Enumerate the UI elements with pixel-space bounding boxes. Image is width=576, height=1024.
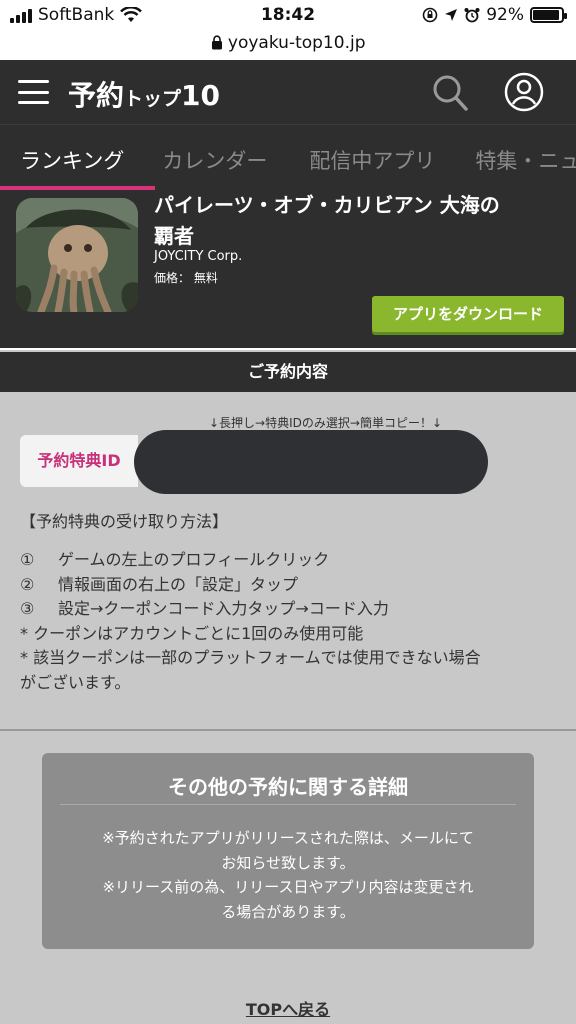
download-app-button[interactable]: アプリをダウンロード — [372, 296, 564, 332]
app-title: パイレーツ・オブ・カリビアン 大海の 覇者 — [154, 190, 564, 252]
details-line: る場合があります。 — [221, 902, 355, 921]
step-number: ② — [20, 574, 35, 594]
step-number: ③ — [20, 599, 35, 618]
details-line: ※リリース前の為、リリース日やアプリ内容は変更され — [102, 878, 474, 896]
step-text: 情報画面の右上の「設定」タップ — [58, 574, 299, 594]
url-text: yoyaku-top10.jp — [227, 33, 366, 53]
step-text: 設定→クーポンコード入力タップ→コード入力 — [58, 599, 389, 618]
reservation-id-label: 予約特典ID — [20, 435, 138, 487]
list-item: ③ 設定→クーポンコード入力タップ→コード入力 — [20, 597, 560, 622]
battery-icon — [530, 7, 567, 23]
menu-icon[interactable] — [18, 80, 49, 104]
list-item: ② 情報画面の右上の「設定」タップ — [20, 573, 560, 598]
user-icon[interactable] — [504, 72, 544, 112]
category-tabs: ランキング カレンダー 配信中アプリ 特集・ニュ — [0, 124, 576, 190]
site-header: 予約トップ10 — [0, 60, 576, 124]
details-divider — [60, 804, 516, 805]
logo-text-number: 10 — [181, 79, 220, 112]
app-title-line-2: 覇者 — [154, 224, 194, 248]
url-bar[interactable]: yoyaku-top10.jp — [0, 32, 576, 60]
details-line: ※予約されたアプリがリリースされた際は、メールにて — [102, 829, 474, 847]
status-right: 92% — [422, 5, 567, 25]
alarm-icon — [464, 8, 480, 23]
redeem-method-list: ① ゲームの左上のプロフィールクリック ② 情報画面の右上の「設定」タップ ③ 設定→… — [20, 548, 560, 695]
app-title-line-1: パイレーツ・オブ・カリビアン 大海の — [154, 193, 500, 217]
note-line: * クーポンはアカウントごとに1回のみ使用可能 — [20, 623, 364, 643]
tab-calendar[interactable]: カレンダー — [162, 125, 267, 187]
step-text: ゲームの左上のプロフィールクリック — [58, 550, 330, 569]
tab-ranking[interactable]: ランキング — [20, 125, 124, 187]
logo-text-main: 予約 — [68, 79, 125, 112]
details-title: その他の予約に関する詳細 — [168, 775, 408, 799]
details-line: お知らせ致します。 — [221, 853, 355, 872]
list-item: ① ゲームの左上のプロフィールクリック — [20, 548, 560, 573]
tab-features-news[interactable]: 特集・ニュ — [475, 125, 576, 187]
reservation-details-card: その他の予約に関する詳細 ※予約されたアプリがリリースされた際は、メールにて お… — [42, 753, 534, 949]
logo-text-small: トップ — [124, 88, 182, 110]
note-line: * 該当クーポンは一部のプラットフォームでは使用できない場合 — [20, 648, 481, 667]
details-body: ※予約されたアプリがリリースされた際は、メールにて お知らせ致します。 ※リリー… — [60, 826, 516, 924]
app-icon[interactable] — [16, 198, 138, 312]
copy-hint: ↓長押し→特典IDのみ選択→簡単コピー！↓ — [209, 416, 442, 430]
location-icon — [445, 9, 458, 21]
rotation-lock-icon — [422, 7, 438, 23]
tab-released-apps[interactable]: 配信中アプリ — [309, 125, 435, 187]
status-bar: SoftBank 18:42 92% — [0, 0, 576, 32]
note-line: がございます。 — [20, 672, 131, 692]
app-price: 価格： 無料 — [154, 271, 218, 285]
site-logo[interactable]: 予約トップ10 — [68, 74, 220, 114]
reservation-id-value[interactable] — [134, 430, 488, 494]
app-developer: JOYCITY Corp. — [154, 249, 243, 264]
back-to-top-link[interactable]: TOPへ戻る — [0, 996, 576, 1020]
redeem-method-title: 【予約特典の受け取り方法】 — [20, 512, 229, 531]
step-number: ① — [20, 550, 35, 569]
reservation-section-title: ご予約内容 — [0, 352, 576, 392]
reservation-id-box: 予約特典ID — [20, 430, 488, 494]
battery-percent: 92% — [486, 5, 524, 25]
search-icon[interactable] — [432, 74, 468, 112]
section-divider — [0, 729, 576, 731]
lock-icon — [211, 35, 222, 50]
app-icon-artwork — [16, 198, 138, 312]
